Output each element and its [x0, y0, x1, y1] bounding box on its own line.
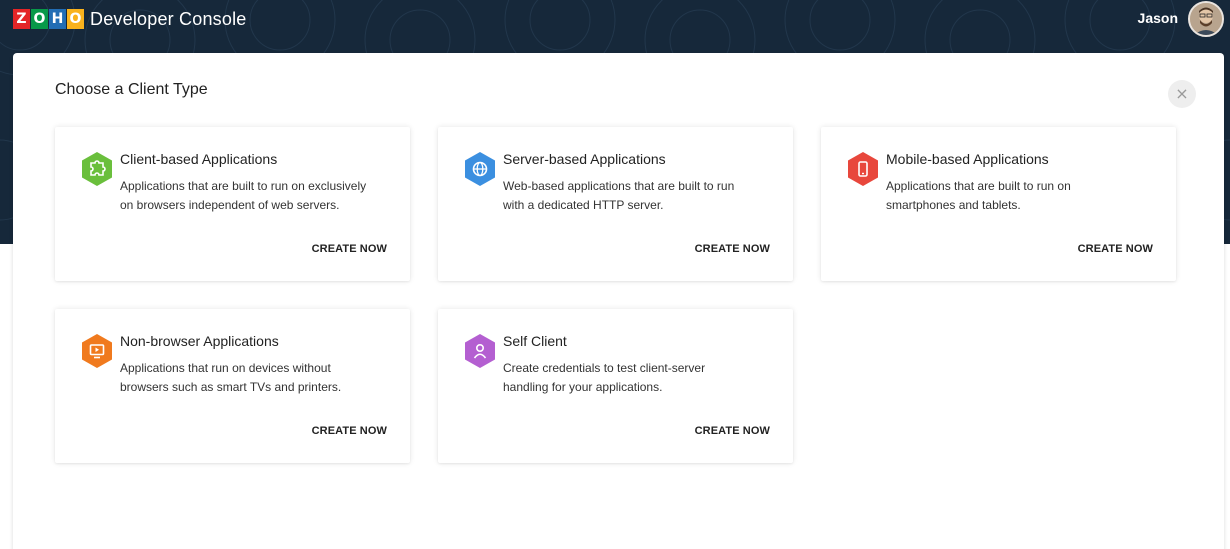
card-mobile-based[interactable]: Mobile-based Applications Applications t… [821, 127, 1176, 281]
create-now-link[interactable]: CREATE NOW [695, 425, 770, 437]
card-client-based[interactable]: Client-based Applications Applications t… [55, 127, 410, 281]
logo-letter-h: H [49, 9, 66, 29]
create-now-link[interactable]: CREATE NOW [695, 243, 770, 255]
logo-letter-o: O [31, 9, 48, 29]
avatar[interactable] [1188, 1, 1224, 37]
dialog-title: Choose a Client Type [55, 81, 208, 98]
card-title: Non-browser Applications [120, 333, 279, 349]
mobile-icon [848, 152, 878, 186]
card-title: Self Client [503, 333, 567, 349]
card-title: Server-based Applications [503, 151, 666, 167]
choose-client-type-dialog: Choose a Client Type × Client-based Appl… [13, 53, 1224, 549]
card-server-based[interactable]: Server-based Applications Web-based appl… [438, 127, 793, 281]
avatar-photo-icon [1190, 3, 1222, 35]
card-description: Applications that run on devices without… [120, 361, 342, 394]
user-name[interactable]: Jason [1138, 10, 1178, 26]
create-now-link[interactable]: CREATE NOW [1078, 243, 1153, 255]
zoho-logo[interactable]: Z O H O [13, 9, 84, 29]
globe-icon [465, 152, 495, 186]
puzzle-icon [82, 152, 112, 186]
card-description: Applications that are built to run on ex… [120, 179, 367, 212]
card-description: Create credentials to test client-server… [503, 361, 706, 394]
user-icon [465, 334, 495, 368]
card-self-client[interactable]: Self Client Create credentials to test c… [438, 309, 793, 463]
card-title: Mobile-based Applications [886, 151, 1049, 167]
app-title: Developer Console [90, 9, 247, 29]
monitor-icon [82, 334, 112, 368]
card-description: Web-based applications that are built to… [503, 179, 735, 212]
create-now-link[interactable]: CREATE NOW [312, 425, 387, 437]
card-non-browser[interactable]: Non-browser Applications Applications th… [55, 309, 410, 463]
logo-letter-z: Z [13, 9, 30, 29]
top-bar: Z O H O Developer Console Jason [0, 0, 1230, 42]
card-title: Client-based Applications [120, 151, 278, 167]
logo-letter-o2: O [67, 9, 84, 29]
create-now-link[interactable]: CREATE NOW [312, 243, 387, 255]
card-description: Applications that are built to run on sm… [886, 179, 1071, 212]
close-button[interactable]: × [1168, 80, 1196, 108]
